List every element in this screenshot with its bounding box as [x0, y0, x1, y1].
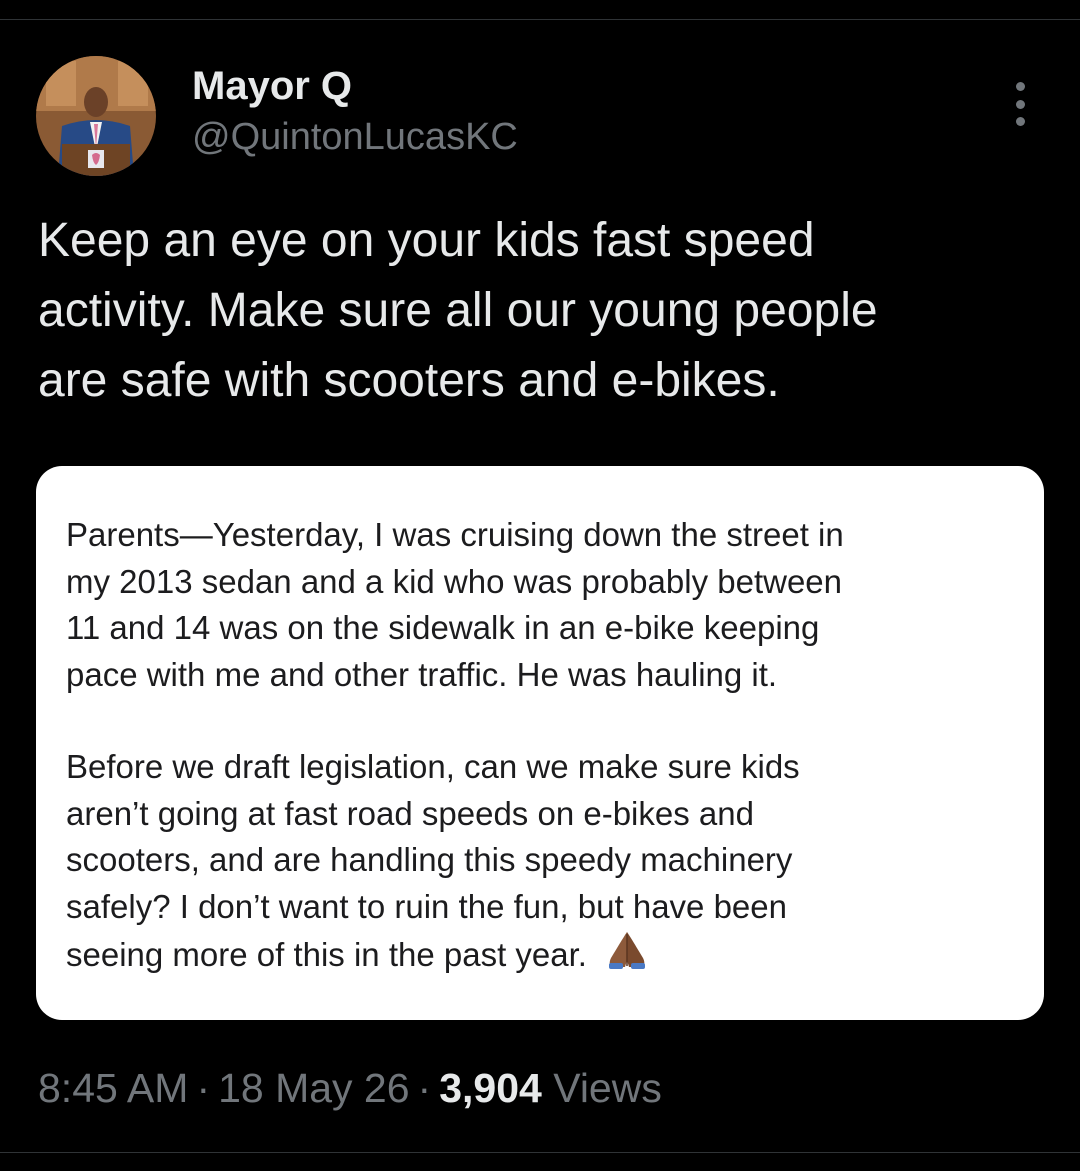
bottom-divider: [0, 1152, 1080, 1153]
media-text-line: seeing more of this in the past year.: [66, 936, 587, 973]
media-text-line: aren’t going at fast road speeds on e-bi…: [66, 794, 754, 832]
meta-separator: ·: [196, 1065, 211, 1111]
views-label: Views: [553, 1065, 662, 1111]
media-text-line: safely? I don’t want to ruin the fun, bu…: [66, 887, 787, 925]
tweet-meta: 8:45 AM · 18 May 26 · 3,904 Views: [38, 1062, 662, 1114]
author-handle[interactable]: @QuintonLucasKC: [192, 114, 518, 160]
meta-separator: ·: [417, 1065, 432, 1111]
author-info: Mayor Q @QuintonLucasKC: [192, 62, 518, 160]
tweet-text-line: Keep an eye on your kids fast speed: [38, 214, 815, 267]
views-count: 3,904: [439, 1065, 542, 1111]
more-dot-icon: [1015, 99, 1025, 109]
tweet-text-line: are safe with scooters and e-bikes.: [38, 354, 780, 407]
media-image-text: Parents—Yesterday, I was cruising down t…: [66, 512, 1016, 983]
media-text-line: pace with me and other traffic. He was h…: [66, 655, 778, 693]
media-text-line: scooters, and are handling this speedy m…: [66, 841, 793, 878]
folded-hands-icon: [605, 930, 649, 983]
top-divider: [0, 19, 1080, 20]
avatar[interactable]: [36, 56, 156, 176]
more-dot-icon: [1015, 82, 1025, 91]
more-dot-icon: [1015, 117, 1025, 126]
tweet-date[interactable]: 18 May 26: [218, 1065, 409, 1111]
tweet-time[interactable]: 8:45 AM: [38, 1065, 188, 1111]
media-text-line: Parents—Yesterday, I was cruising down t…: [66, 516, 844, 553]
media-text-line: Before we draft legislation, can we make…: [66, 748, 800, 785]
tweet-text-line: activity. Make sure all our young people: [38, 284, 878, 337]
avatar-photo: [36, 56, 156, 176]
author-display-name[interactable]: Mayor Q: [192, 62, 518, 110]
more-options-button[interactable]: [1000, 82, 1040, 126]
tweet-text: Keep an eye on your kids fast speed acti…: [38, 206, 1038, 416]
media-text-line: my 2013 sedan and a kid who was probably…: [66, 562, 842, 600]
media-image-card[interactable]: Parents—Yesterday, I was cruising down t…: [36, 466, 1044, 1020]
media-text-line-last: seeing more of this in the past year.: [66, 930, 1016, 983]
media-text-line: 11 and 14 was on the sidewalk in an e-bi…: [66, 609, 820, 646]
